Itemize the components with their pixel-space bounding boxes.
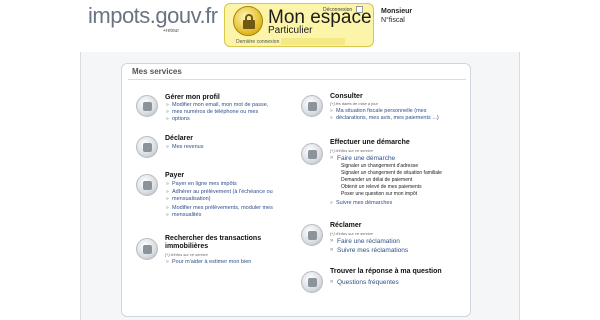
back-link[interactable]: +retour — [163, 28, 179, 34]
user-name: Monsieur — [381, 8, 413, 15]
declare-icon — [136, 136, 158, 158]
consulter-info[interactable]: [+] les dates de mise à jour — [330, 101, 378, 106]
gerer-profil-title[interactable]: Gérer mon profil — [165, 94, 220, 101]
consult-icon — [301, 95, 323, 117]
demarche-title[interactable]: Effectuer une démarche — [330, 139, 410, 146]
suivre-reclamations-link[interactable]: Suivre mes réclamations — [330, 247, 408, 254]
demarche-icon — [301, 143, 323, 165]
pay-online-link[interactable]: Payer en ligne mes impôts — [166, 181, 237, 188]
demarche-item[interactable]: Obtenir un relevé de mes paiements — [341, 184, 422, 190]
fiscal-situation-link[interactable]: Ma situation fiscale personnelle (mes — [330, 108, 426, 115]
estimate-property-link[interactable]: Pour m'aider à estimer mon bien — [166, 259, 251, 266]
reclamer-info[interactable]: [+] d'infos sur ce service — [330, 231, 373, 236]
faq-icon — [301, 271, 323, 293]
adhere-prelevement-link[interactable]: Adhérer au prélèvement (à l'échéance ou — [166, 189, 273, 196]
question-title[interactable]: Trouver la réponse à ma question — [330, 268, 442, 275]
demarche-item[interactable]: Signaler un changement d'adresse — [341, 163, 418, 169]
demarche-item[interactable]: Poser une question sur mon impôt — [341, 191, 417, 197]
payment-icon — [136, 174, 158, 196]
demarche-item[interactable]: Signaler un changement de situation fami… — [341, 170, 442, 176]
user-fiscal-number: N°fiscal — [381, 17, 405, 24]
logout-icon[interactable] — [356, 6, 363, 13]
transactions-title[interactable]: Rechercher des transactions — [165, 235, 261, 242]
modify-profile-link-3[interactable]: options — [166, 116, 190, 123]
faire-reclamation-link[interactable]: Faire une réclamation — [330, 238, 400, 245]
demarche-item[interactable]: Demander un délai de paiement — [341, 177, 412, 183]
adhere-prelevement-link-2[interactable]: mensualisation) — [166, 196, 210, 203]
modify-profile-link-2[interactable]: mes numéros de téléphone ou mes — [166, 109, 258, 116]
transactions-title-2[interactable]: immobilières — [165, 243, 208, 250]
fiscal-situation-link-2[interactable]: déclarations, mes avis, mes paiements ..… — [330, 115, 439, 122]
modify-profile-link[interactable]: Modifier mon email, mon mot de passe, — [166, 102, 268, 109]
services-title: Mes services — [132, 67, 182, 76]
space-subtitle: Particulier — [268, 25, 313, 36]
last-connection-label: Dernière connexion : — [236, 39, 283, 45]
payer-title[interactable]: Payer — [165, 172, 184, 179]
faq-link[interactable]: Questions fréquentes — [330, 279, 399, 286]
lock-icon — [233, 6, 263, 36]
transactions-info[interactable]: [+] d'infos sur ce service — [165, 252, 208, 257]
profile-icon — [136, 95, 158, 117]
last-connection-value — [281, 38, 345, 45]
declarer-title[interactable]: Déclarer — [165, 135, 193, 142]
demarche-info[interactable]: [+] d'infos sur ce service — [330, 148, 373, 153]
mes-revenus-link[interactable]: Mes revenus — [166, 144, 203, 151]
reclamation-icon — [301, 224, 323, 246]
site-logo[interactable]: impots.gouv.fr — [88, 3, 218, 29]
modify-prelevements-link-2[interactable]: mensualités — [166, 212, 201, 219]
logout-link[interactable]: Déconnexion — [323, 7, 352, 13]
follow-demarches-link[interactable]: Suivre mes démarches — [330, 200, 392, 207]
reclamer-title[interactable]: Réclamer — [330, 222, 362, 229]
divider — [128, 79, 466, 80]
faire-demarche-link[interactable]: Faire une démarche — [330, 155, 395, 162]
consulter-title[interactable]: Consulter — [330, 93, 363, 100]
modify-prelevements-link[interactable]: Modifier mes prélèvements, moduler mes — [166, 205, 273, 212]
house-icon — [136, 238, 158, 260]
